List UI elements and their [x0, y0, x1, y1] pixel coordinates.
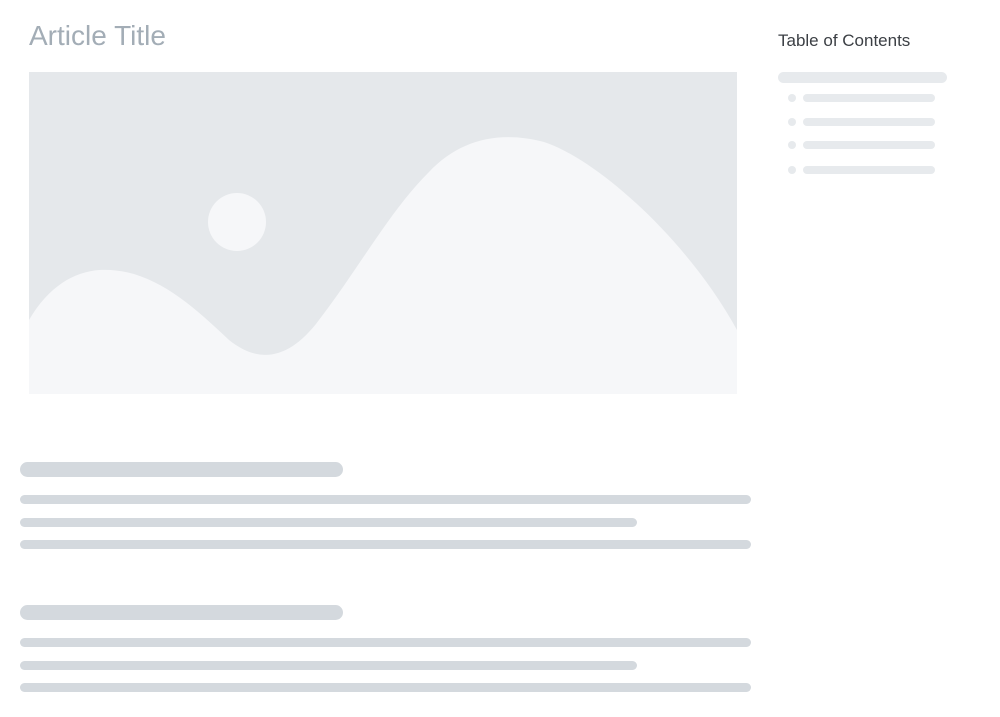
toc-title: Table of Contents [778, 31, 911, 50]
image-placeholder-icon [29, 137, 737, 394]
paragraph-line-skeleton [20, 540, 751, 549]
paragraph-line-skeleton [20, 661, 637, 670]
bullet-icon [788, 118, 796, 126]
toc-item-skeleton [803, 94, 935, 102]
toc-heading-skeleton [778, 72, 947, 83]
toc-item-skeleton [803, 141, 935, 149]
paragraph-line-skeleton [20, 638, 751, 647]
toc-item[interactable] [788, 94, 935, 102]
article-title: Article Title [29, 20, 166, 51]
paragraph-line-skeleton [20, 683, 751, 692]
toc-item[interactable] [788, 141, 935, 149]
hills-shape [29, 137, 737, 394]
toc-item-skeleton [803, 166, 935, 174]
paragraph-line-skeleton [20, 518, 637, 527]
bullet-icon [788, 166, 796, 174]
toc-item[interactable] [788, 166, 935, 174]
paragraph-line-skeleton [20, 495, 751, 504]
sun-shape [208, 193, 266, 251]
section-heading-skeleton [20, 605, 343, 620]
bullet-icon [788, 94, 796, 102]
section-heading-skeleton [20, 462, 343, 477]
toc-item[interactable] [788, 118, 935, 126]
bullet-icon [788, 141, 796, 149]
hero-image-placeholder [29, 72, 737, 394]
toc-item-skeleton [803, 118, 935, 126]
